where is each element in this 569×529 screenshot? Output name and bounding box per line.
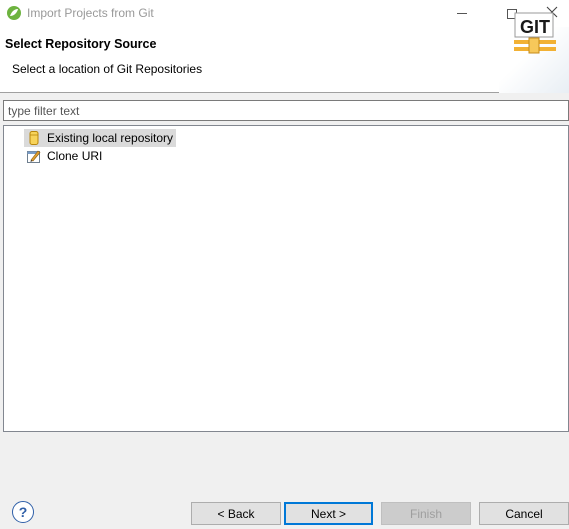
filter-input[interactable] bbox=[3, 100, 569, 121]
tree-item-label: Clone URI bbox=[47, 149, 103, 163]
repository-source-tree[interactable]: Existing local repository Clone URI bbox=[3, 125, 569, 432]
tree-item-label: Existing local repository bbox=[47, 131, 174, 145]
help-button[interactable]: ? bbox=[12, 501, 34, 523]
tree-item-existing-local-repository[interactable]: Existing local repository bbox=[24, 129, 176, 147]
wizard-banner: Select Repository Source Select a locati… bbox=[0, 27, 569, 93]
git-repository-icon bbox=[26, 130, 42, 146]
tree-item-clone-uri[interactable]: Clone URI bbox=[26, 147, 105, 165]
window-title: Import Projects from Git bbox=[27, 6, 154, 20]
cancel-button[interactable]: Cancel bbox=[479, 502, 569, 525]
page-description: Select a location of Git Repositories bbox=[12, 62, 203, 76]
title-bar: Import Projects from Git bbox=[0, 0, 569, 27]
clone-uri-icon bbox=[26, 148, 42, 164]
minimize-icon bbox=[457, 13, 467, 14]
next-button[interactable]: Next > bbox=[284, 502, 373, 525]
minimize-button[interactable] bbox=[439, 0, 485, 27]
eclipse-spring-icon bbox=[6, 5, 22, 21]
git-logo-icon: GIT bbox=[513, 11, 557, 55]
help-icon: ? bbox=[18, 504, 28, 520]
git-logo-text: GIT bbox=[520, 17, 550, 37]
page-title: Select Repository Source bbox=[5, 37, 157, 51]
finish-button[interactable]: Finish bbox=[381, 502, 471, 525]
back-button[interactable]: < Back bbox=[191, 502, 281, 525]
